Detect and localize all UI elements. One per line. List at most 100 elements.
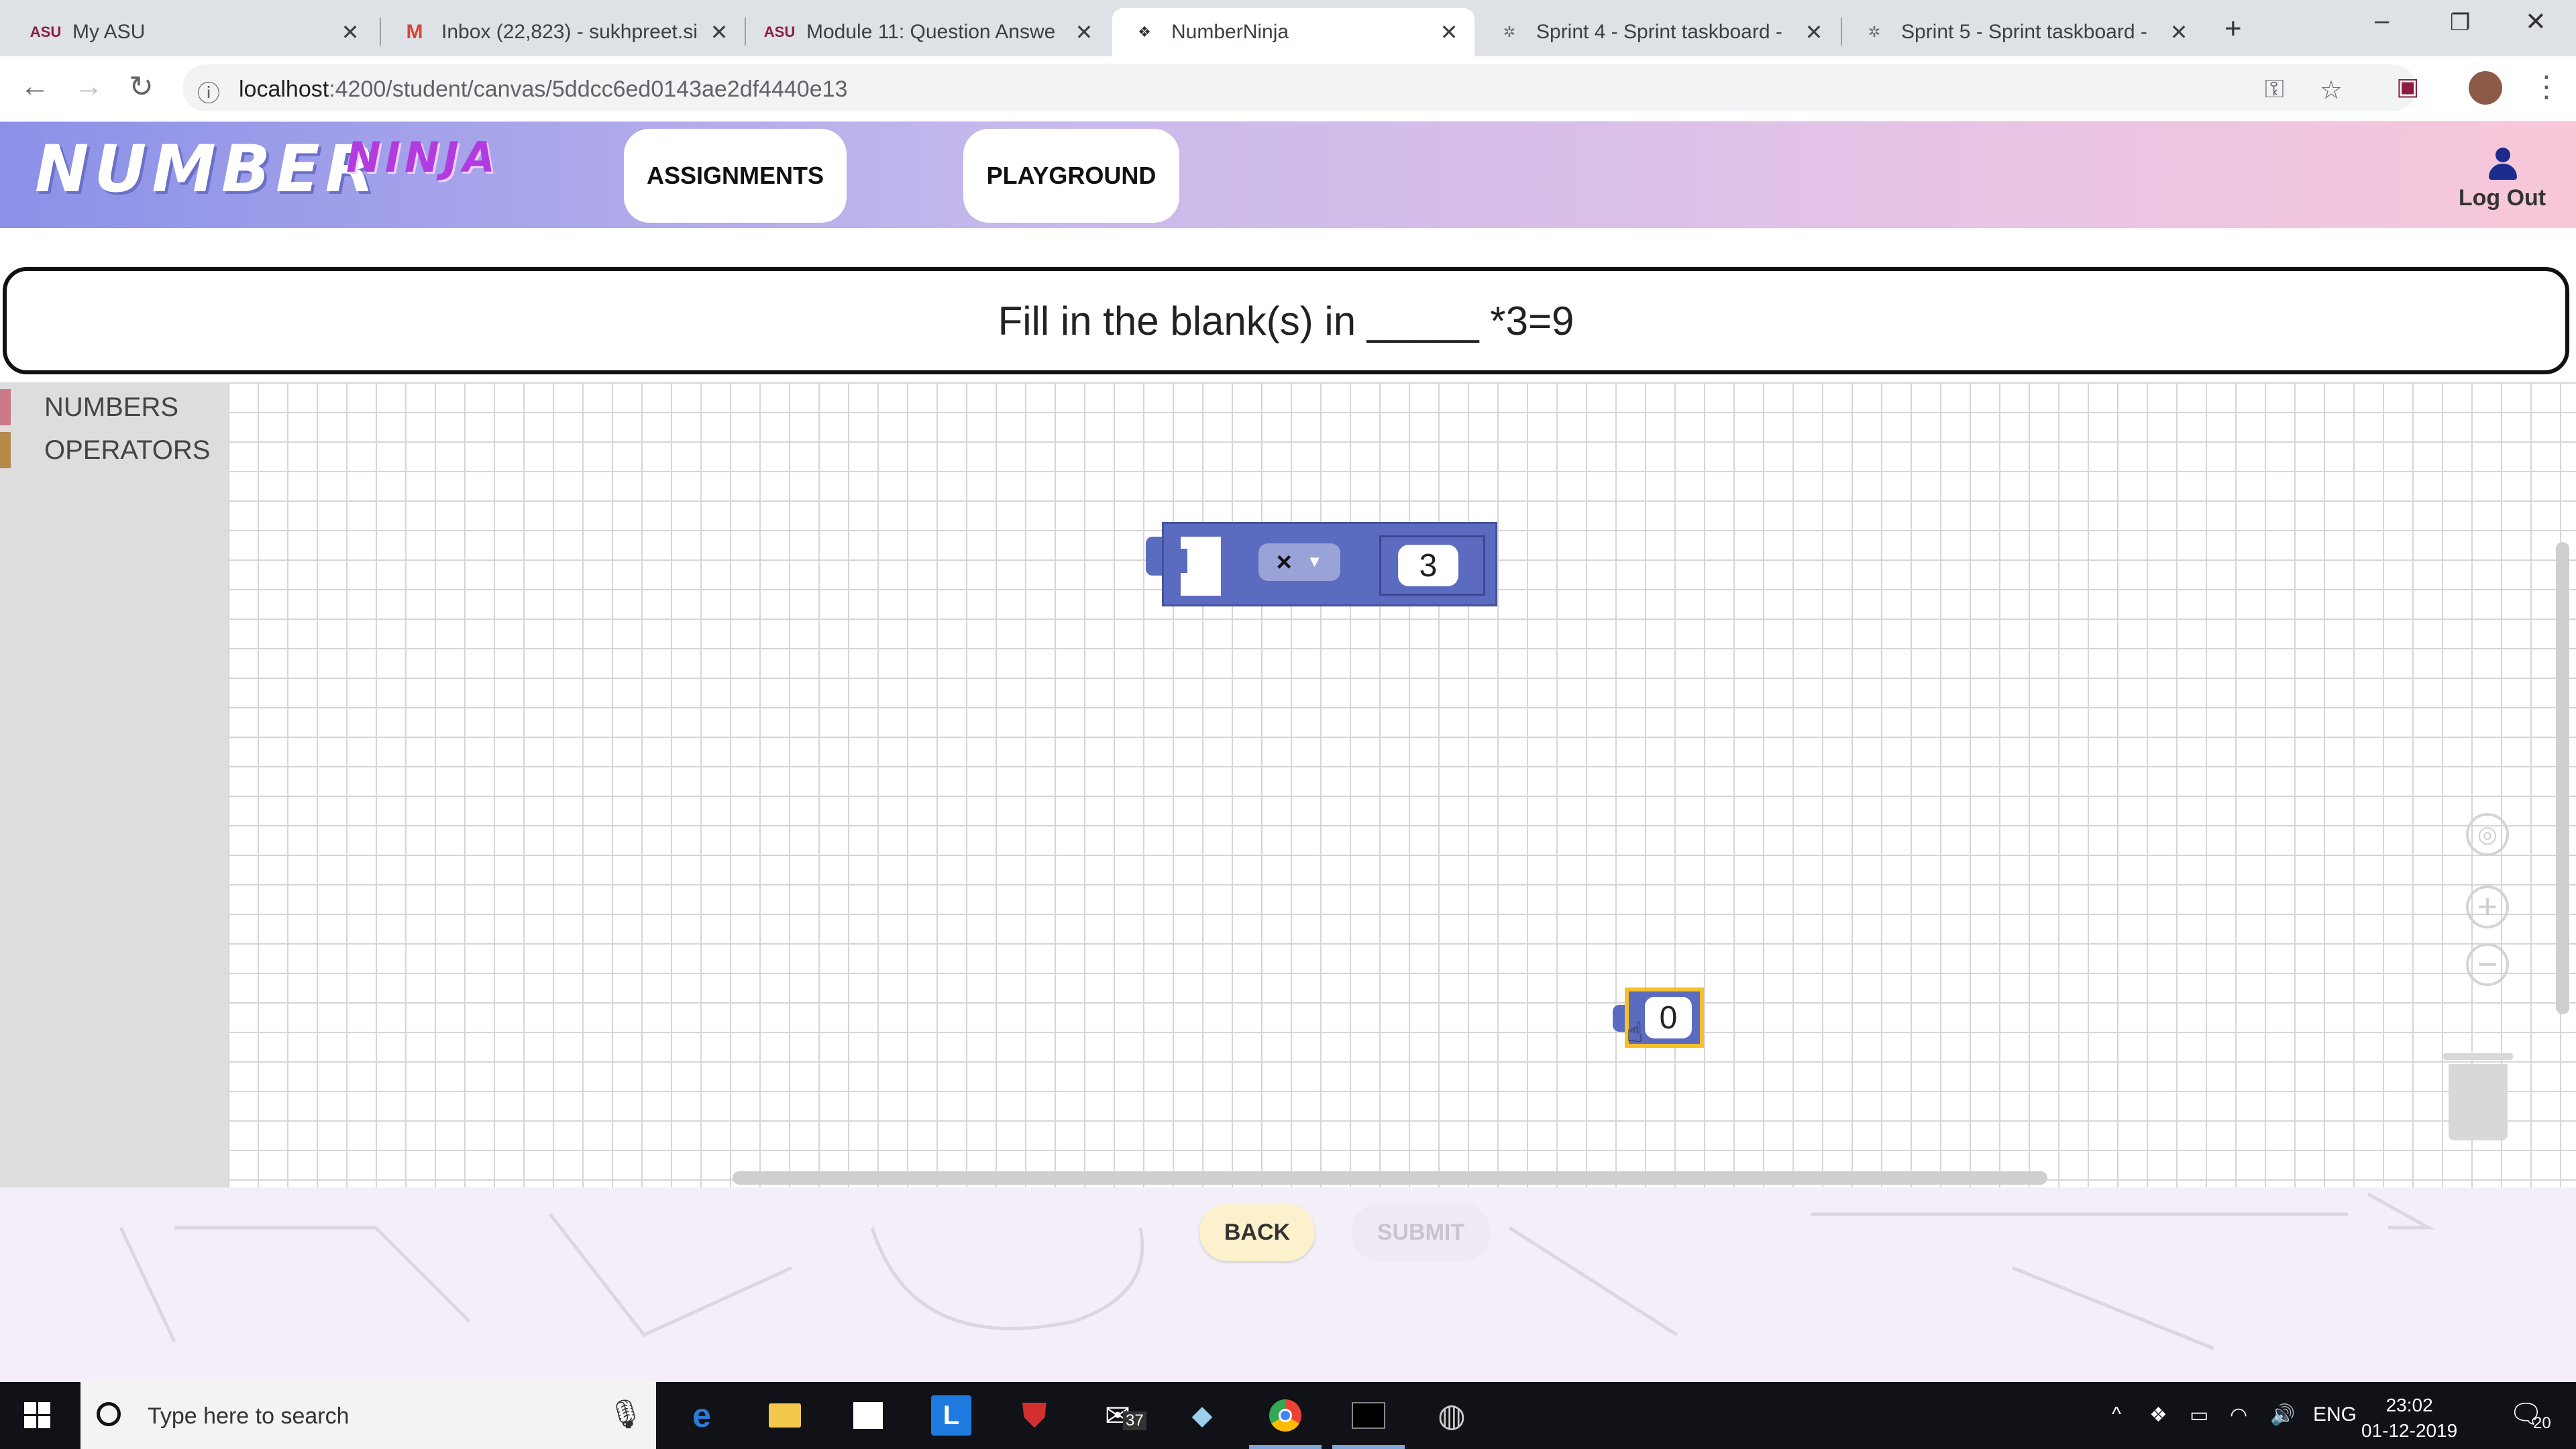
hand-cursor-icon: ☝	[1626, 1016, 1644, 1048]
system-clock[interactable]: 23:02 01-12-2019	[2361, 1393, 2457, 1444]
category-label: NUMBERS	[44, 392, 179, 422]
trash-icon[interactable]	[2449, 1064, 2508, 1140]
tab-title: Module 11: Question Answe	[806, 21, 1056, 43]
block-workspace[interactable]: × ▼ 3 0 ☝ ◎ + −	[228, 382, 2576, 1187]
star-icon[interactable]: ☆	[2320, 75, 2343, 105]
vertical-scrollbar[interactable]	[2556, 542, 2569, 1014]
footer-area: BACK SUBMIT	[0, 1187, 2576, 1382]
trash-lid	[2443, 1053, 2513, 1060]
close-icon[interactable]: ✕	[1437, 19, 1461, 45]
gmail-icon: M	[406, 21, 423, 43]
address-bar[interactable]: ⓘ localhost:4200/student/canvas/5ddcc6ed…	[182, 64, 2416, 111]
question-text: Fill in the blank(s) in _____ *3=9	[998, 298, 1574, 343]
asu-logo-icon: ASU	[30, 23, 62, 40]
assignments-button[interactable]: ASSIGNMENTS	[624, 129, 847, 223]
new-tab-button[interactable]: +	[2224, 12, 2242, 46]
number-value-field[interactable]: 3	[1398, 545, 1458, 586]
volume-icon[interactable]: 🔊	[2270, 1403, 2295, 1427]
back-button[interactable]: BACK	[1199, 1203, 1315, 1261]
tab-separator	[380, 17, 381, 46]
chevron-up-icon[interactable]: ^	[2112, 1403, 2121, 1426]
close-window-button[interactable]: ✕	[2525, 7, 2546, 37]
close-icon[interactable]: ✕	[1072, 19, 1096, 45]
notes-app-icon[interactable]: ◆	[1182, 1395, 1222, 1436]
url-path: :4200/student/canvas/5ddcc6ed0143ae2df44…	[329, 76, 848, 102]
avatar[interactable]	[2469, 71, 2502, 105]
reload-icon[interactable]: ↻	[129, 70, 154, 104]
info-icon[interactable]: ⓘ	[197, 75, 220, 108]
question-panel: Fill in the blank(s) in _____ *3=9	[3, 267, 2569, 374]
dropdown-caret-icon: ▼	[1306, 553, 1323, 571]
windows-taskbar: Type here to search 🎙 e L ⛊ ✉ 37 ◆ ◍ ^ ❖…	[0, 1382, 2576, 1449]
tab-title: Sprint 5 - Sprint taskboard -	[1901, 21, 2147, 43]
zoom-in-icon[interactable]: +	[2466, 885, 2509, 928]
recenter-icon[interactable]: ◎	[2466, 813, 2509, 856]
logout-button[interactable]: Log Out	[2440, 148, 2564, 211]
url-host: localhost	[239, 76, 329, 102]
tab-sprint-4[interactable]: ✲ Sprint 4 - Sprint taskboard - ✕	[1477, 8, 1839, 56]
taskboard-icon: ✲	[1868, 23, 1881, 40]
wifi-icon[interactable]: ◠	[2230, 1403, 2247, 1427]
logo-number-text: NUMBER	[35, 131, 380, 207]
zoom-out-icon[interactable]: −	[2466, 943, 2509, 986]
minimize-button[interactable]: –	[2375, 7, 2389, 36]
submit-button[interactable]: SUBMIT	[1351, 1203, 1491, 1261]
playground-button[interactable]: PLAYGROUND	[963, 129, 1179, 223]
tab-gmail-inbox[interactable]: M Inbox (22,823) - sukhpreet.si ✕	[382, 8, 745, 56]
number-value-field[interactable]: 0	[1645, 997, 1692, 1038]
tab-separator	[745, 17, 746, 46]
mail-badge: 37	[1123, 1411, 1146, 1430]
close-icon[interactable]: ✕	[2167, 19, 2191, 45]
toolbox-category-numbers[interactable]: NUMBERS	[0, 389, 178, 425]
dropbox-icon[interactable]: ❖	[2149, 1403, 2167, 1427]
lync-app-icon[interactable]: L	[931, 1395, 971, 1436]
taskboard-icon: ✲	[1503, 23, 1516, 40]
clock-date: 01-12-2019	[2361, 1420, 2458, 1441]
store-icon[interactable]	[848, 1395, 888, 1436]
browser-tab-bar: ASU My ASU ✕ M Inbox (22,823) - sukhpree…	[0, 0, 2576, 56]
back-arrow-icon[interactable]: ←	[20, 70, 50, 103]
internet-explorer-icon[interactable]: e	[682, 1395, 722, 1436]
screen-recorder-icon[interactable]: ◍	[1432, 1395, 1472, 1436]
horizontal-scrollbar[interactable]	[733, 1171, 2047, 1185]
numberninja-icon: ❖	[1138, 23, 1151, 40]
restore-button[interactable]: ❐	[2450, 9, 2470, 36]
tab-title: My ASU	[72, 21, 146, 43]
block-toolbox: NUMBERS OPERATORS	[0, 382, 228, 1187]
terminal-icon[interactable]	[1348, 1395, 1389, 1436]
operator-symbol: ×	[1276, 547, 1292, 577]
asu-logo-icon: ASU	[763, 23, 796, 40]
operator-dropdown[interactable]: × ▼	[1258, 543, 1340, 581]
menu-icon[interactable]: ⋮	[2532, 70, 2561, 104]
tab-sprint-5[interactable]: ✲ Sprint 5 - Sprint taskboard - ✕	[1842, 8, 2204, 56]
battery-icon[interactable]: ▭	[2190, 1403, 2208, 1427]
tab-numberninja[interactable]: ❖ NumberNinja ✕	[1112, 8, 1474, 56]
clock-time: 23:02	[2385, 1395, 2433, 1415]
microphone-icon[interactable]: 🎙	[608, 1398, 643, 1431]
notification-count: 20	[2533, 1414, 2551, 1432]
extension-icon[interactable]: ▣	[2396, 72, 2419, 101]
logo-ninja-text: NINJA	[346, 133, 499, 182]
tab-title: Sprint 4 - Sprint taskboard -	[1536, 21, 1782, 43]
toolbox-category-operators[interactable]: OPERATORS	[0, 432, 210, 468]
cortana-icon	[97, 1402, 121, 1426]
tab-my-asu[interactable]: ASU My ASU ✕	[13, 8, 376, 56]
language-indicator[interactable]: ENG	[2313, 1403, 2357, 1426]
windows-start-icon[interactable]	[24, 1402, 51, 1429]
active-app-indicator	[1249, 1445, 1322, 1449]
taskbar-search-box[interactable]: Type here to search 🎙	[80, 1382, 656, 1449]
active-app-indicator	[1332, 1445, 1405, 1449]
close-icon[interactable]: ✕	[338, 19, 362, 45]
close-icon[interactable]: ✕	[707, 19, 731, 45]
url-text: localhost:4200/student/canvas/5ddcc6ed01…	[239, 76, 847, 103]
chrome-icon[interactable]	[1265, 1395, 1305, 1436]
mcafee-icon[interactable]: ⛊	[1014, 1395, 1055, 1436]
category-color-swatch	[0, 389, 11, 425]
logout-label: Log Out	[2458, 185, 2546, 211]
app-header: NUMBER NINJA ASSIGNMENTS PLAYGROUND Log …	[0, 122, 2576, 228]
forward-arrow-icon[interactable]: →	[74, 70, 103, 103]
file-explorer-icon[interactable]	[765, 1395, 805, 1436]
key-icon[interactable]: ⚿	[2265, 75, 2284, 104]
tab-module-11[interactable]: ASU Module 11: Question Answe ✕	[747, 8, 1110, 56]
close-icon[interactable]: ✕	[1802, 19, 1826, 45]
